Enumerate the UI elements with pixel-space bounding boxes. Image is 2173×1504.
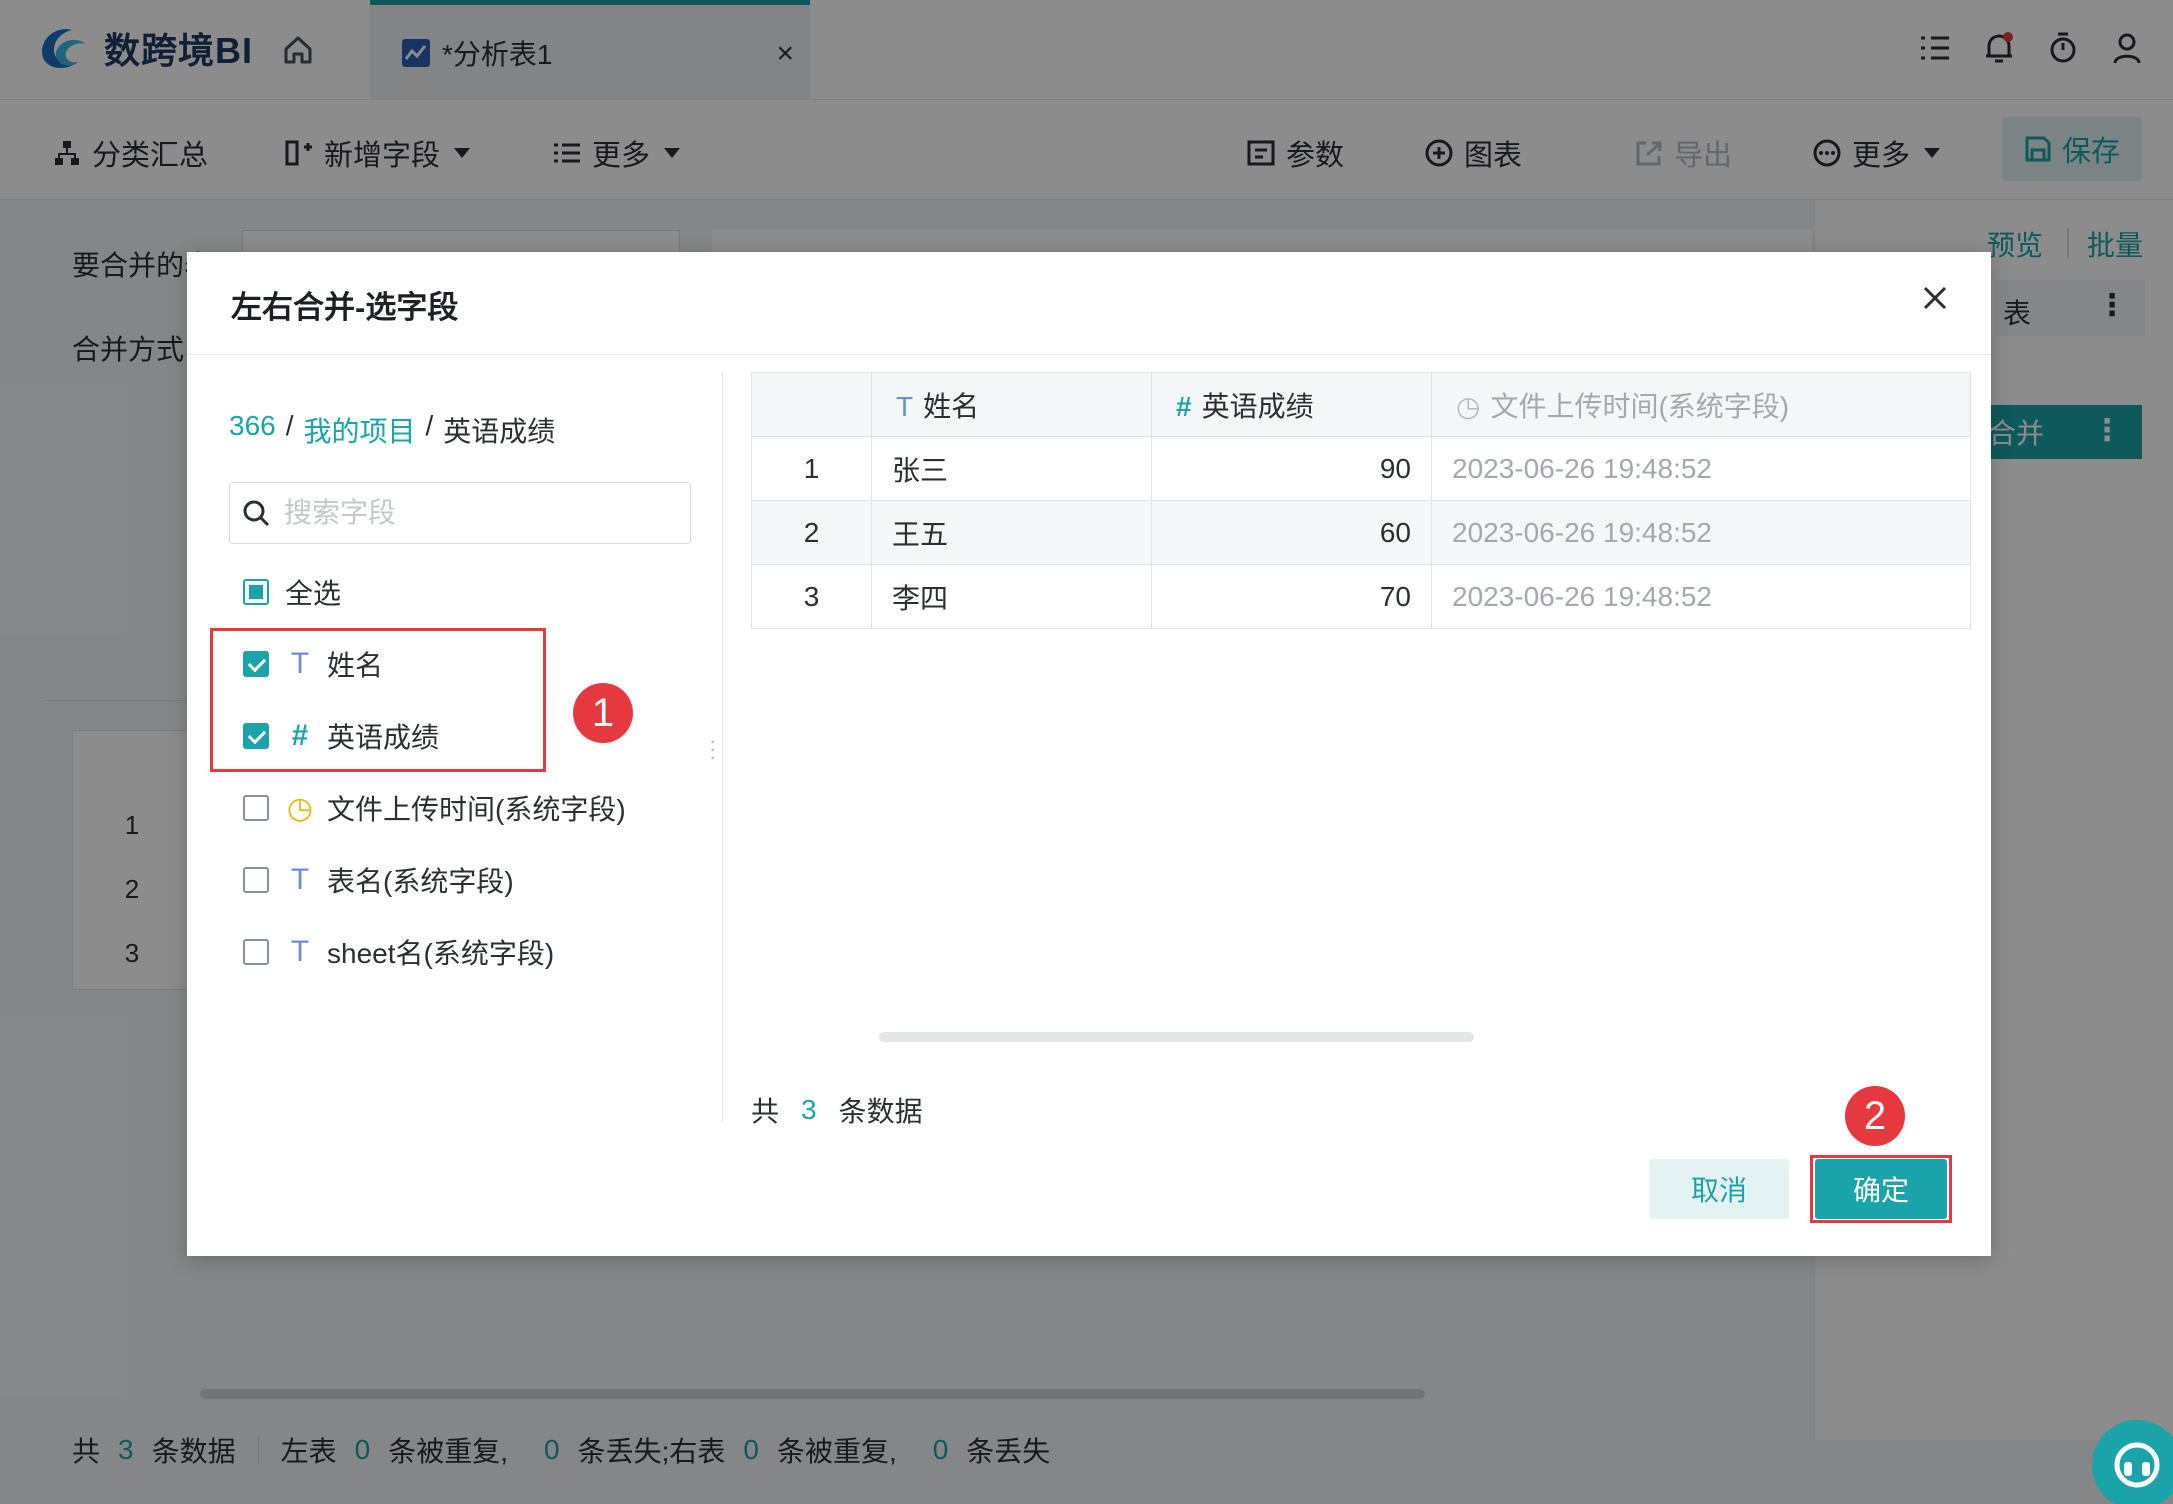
field-search-box — [229, 482, 691, 544]
name-cell: 王五 — [871, 500, 1152, 565]
select-fields-dialog: 左右合并-选字段 366 / 我的项目 / 英语成绩 全选 T 姓名 # 英语成… — [187, 252, 1991, 1256]
checkbox-unchecked[interactable] — [243, 939, 269, 965]
annotation-badge: 1 — [573, 683, 633, 743]
search-input[interactable] — [284, 497, 664, 529]
time-cell: 2023-06-26 19:48:52 — [1431, 564, 1971, 629]
breadcrumb-project[interactable]: 我的项目 — [304, 410, 416, 450]
breadcrumb-separator: / — [425, 410, 434, 441]
column-header[interactable]: ◷ 文件上传时间(系统字段) — [1431, 372, 1971, 437]
table-row: 3 李四 70 2023-06-26 19:48:52 — [751, 564, 1971, 629]
preview-table: T 姓名 # 英语成绩 ◷ 文件上传时间(系统字段) 1 张三 90 2023-06-… — [751, 372, 1971, 629]
text-type-icon: T — [290, 935, 310, 968]
column-header-label: 姓名 — [923, 390, 980, 422]
number-type-icon: # — [1176, 390, 1192, 422]
field-label: 文件上传时间(系统字段) — [327, 794, 626, 825]
annotation-box — [210, 628, 546, 772]
clock-type-icon: ◷ — [1456, 390, 1481, 422]
column-header-label: 英语成绩 — [1201, 390, 1314, 422]
headset-icon — [2114, 1442, 2160, 1488]
dialog-title: 左右合并-选字段 — [231, 290, 459, 325]
breadcrumb-current: 英语成绩 — [443, 416, 556, 447]
breadcrumb-separator: / — [285, 410, 294, 441]
row-index: 1 — [751, 436, 872, 501]
checkbox-indeterminate[interactable] — [243, 579, 269, 605]
record-count-suffix: 条数据 — [838, 1096, 923, 1127]
table-row: 2 王五 60 2023-06-26 19:48:52 — [751, 500, 1971, 565]
select-all-checkbox[interactable]: 全选 — [243, 572, 341, 612]
record-count: 共 3 条数据 — [751, 1090, 923, 1130]
column-header-label: 文件上传时间(系统字段) — [1490, 390, 1790, 422]
horizontal-scrollbar[interactable] — [879, 1032, 1474, 1042]
field-label: 表名(系统字段) — [327, 866, 514, 897]
row-index: 2 — [751, 500, 872, 565]
cancel-button[interactable]: 取消 — [1649, 1159, 1789, 1219]
text-type-icon: T — [290, 863, 310, 896]
divider — [187, 354, 1991, 355]
close-icon[interactable] — [1919, 282, 1951, 314]
time-cell: 2023-06-26 19:48:52 — [1431, 500, 1971, 565]
field-item[interactable]: T 表名(系统字段) — [243, 860, 514, 900]
resize-handle[interactable]: · · · — [709, 730, 716, 768]
chat-support-button[interactable] — [2092, 1420, 2173, 1504]
score-cell: 60 — [1151, 500, 1432, 565]
name-cell: 李四 — [871, 564, 1152, 629]
column-header[interactable]: T 姓名 — [871, 372, 1152, 437]
breadcrumb: 366 / 我的项目 / 英语成绩 — [229, 410, 555, 450]
table-row: 1 张三 90 2023-06-26 19:48:52 — [751, 436, 1971, 501]
divider — [722, 372, 723, 1122]
record-count-prefix: 共 — [751, 1096, 780, 1127]
score-cell: 90 — [1151, 436, 1432, 501]
text-type-icon: T — [896, 390, 914, 422]
search-icon — [242, 499, 270, 527]
time-cell: 2023-06-26 19:48:52 — [1431, 436, 1971, 501]
score-cell: 70 — [1151, 564, 1432, 629]
record-count-value: 3 — [801, 1094, 817, 1125]
clock-type-icon: ◷ — [286, 791, 314, 825]
checkbox-unchecked[interactable] — [243, 795, 269, 821]
field-label: sheet名(系统字段) — [327, 938, 555, 969]
column-header[interactable]: # 英语成绩 — [1151, 372, 1432, 437]
checkbox-unchecked[interactable] — [243, 867, 269, 893]
field-item[interactable]: T sheet名(系统字段) — [243, 932, 554, 972]
annotation-badge: 2 — [1845, 1086, 1905, 1146]
select-all-label: 全选 — [285, 578, 342, 609]
table-header-row: T 姓名 # 英语成绩 ◷ 文件上传时间(系统字段) — [751, 372, 1971, 437]
annotation-box — [1810, 1155, 1952, 1223]
name-cell: 张三 — [871, 436, 1152, 501]
field-item[interactable]: ◷ 文件上传时间(系统字段) — [243, 788, 626, 828]
row-index: 3 — [751, 564, 872, 629]
breadcrumb-root[interactable]: 366 — [229, 410, 276, 450]
index-header — [751, 372, 872, 437]
